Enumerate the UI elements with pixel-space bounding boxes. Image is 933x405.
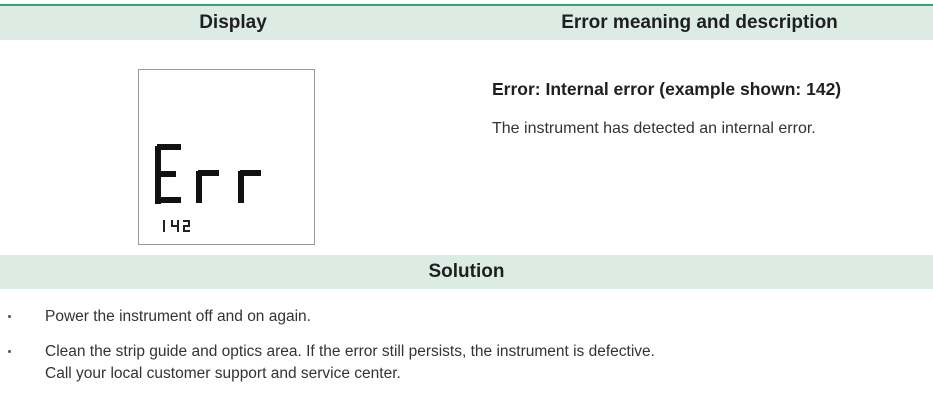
- solution-item-text: Power the instrument off and on again.: [45, 308, 311, 325]
- error-title: Error: Internal error (example shown: 14…: [492, 79, 842, 99]
- lcd-err-142-image: [155, 144, 261, 232]
- error-description: The instrument has detected an internal …: [492, 120, 816, 137]
- error-column-header: Error meaning and description: [561, 12, 838, 33]
- solution-item-text: Clean the strip guide and optics area. I…: [45, 343, 655, 360]
- display-column-header: Display: [199, 12, 267, 33]
- table-header-row: Display Error meaning and description: [0, 6, 933, 40]
- bullet-icon: [8, 350, 11, 353]
- solution-header-row: Solution: [0, 255, 933, 289]
- solution-item-text: Call your local customer support and ser…: [45, 365, 401, 382]
- solution-header: Solution: [428, 261, 505, 282]
- lcd-display-illustration: [138, 69, 315, 245]
- bullet-icon: [8, 315, 11, 318]
